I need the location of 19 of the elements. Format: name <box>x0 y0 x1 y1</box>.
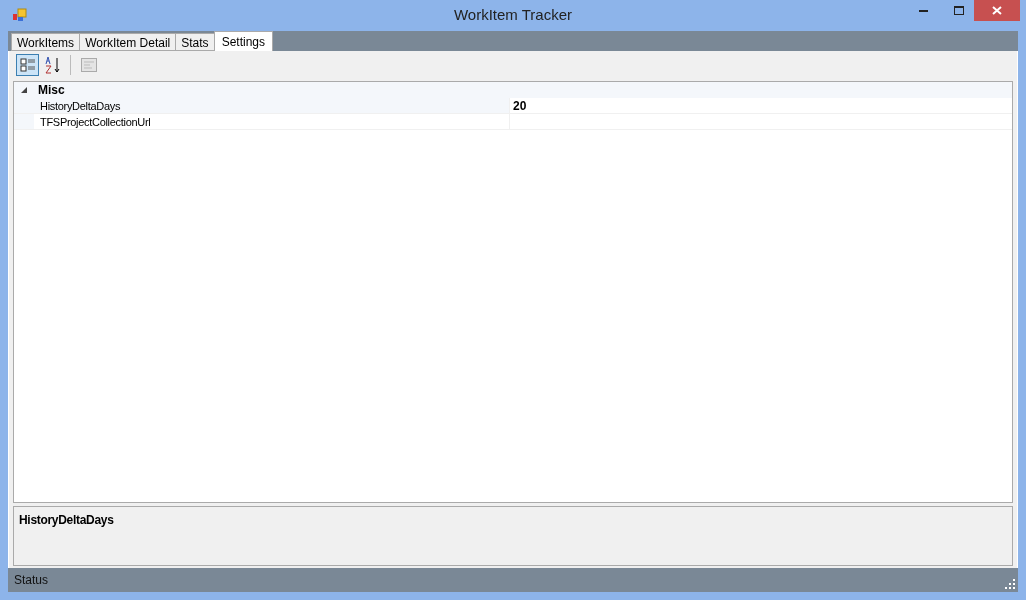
tab[interactable]: Settings <box>213 31 273 51</box>
window-title: WorkItem Tracker <box>453 5 573 26</box>
tab[interactable]: WorkItem Detail <box>79 33 177 51</box>
app-icon <box>12 8 28 22</box>
status-text: Status <box>14 572 49 589</box>
property-value[interactable]: 20 <box>509 98 1012 113</box>
property-row[interactable]: TFSProjectCollectionUrl <box>14 114 1012 130</box>
resize-grip-icon[interactable] <box>1005 579 1015 589</box>
property-row[interactable]: HistoryDeltaDays 20 <box>14 98 1012 114</box>
close-icon <box>992 6 1002 15</box>
close-button[interactable] <box>974 0 1020 21</box>
minimize-icon <box>918 9 928 12</box>
maximize-icon <box>954 6 964 15</box>
tab[interactable]: WorkItems <box>11 33 81 51</box>
property-name: HistoryDeltaDays <box>34 98 509 113</box>
categorized-button[interactable] <box>16 54 39 76</box>
category-label: Misc <box>37 82 65 99</box>
tab[interactable]: Stats <box>175 33 215 51</box>
description-title: HistoryDeltaDays <box>19 512 115 529</box>
